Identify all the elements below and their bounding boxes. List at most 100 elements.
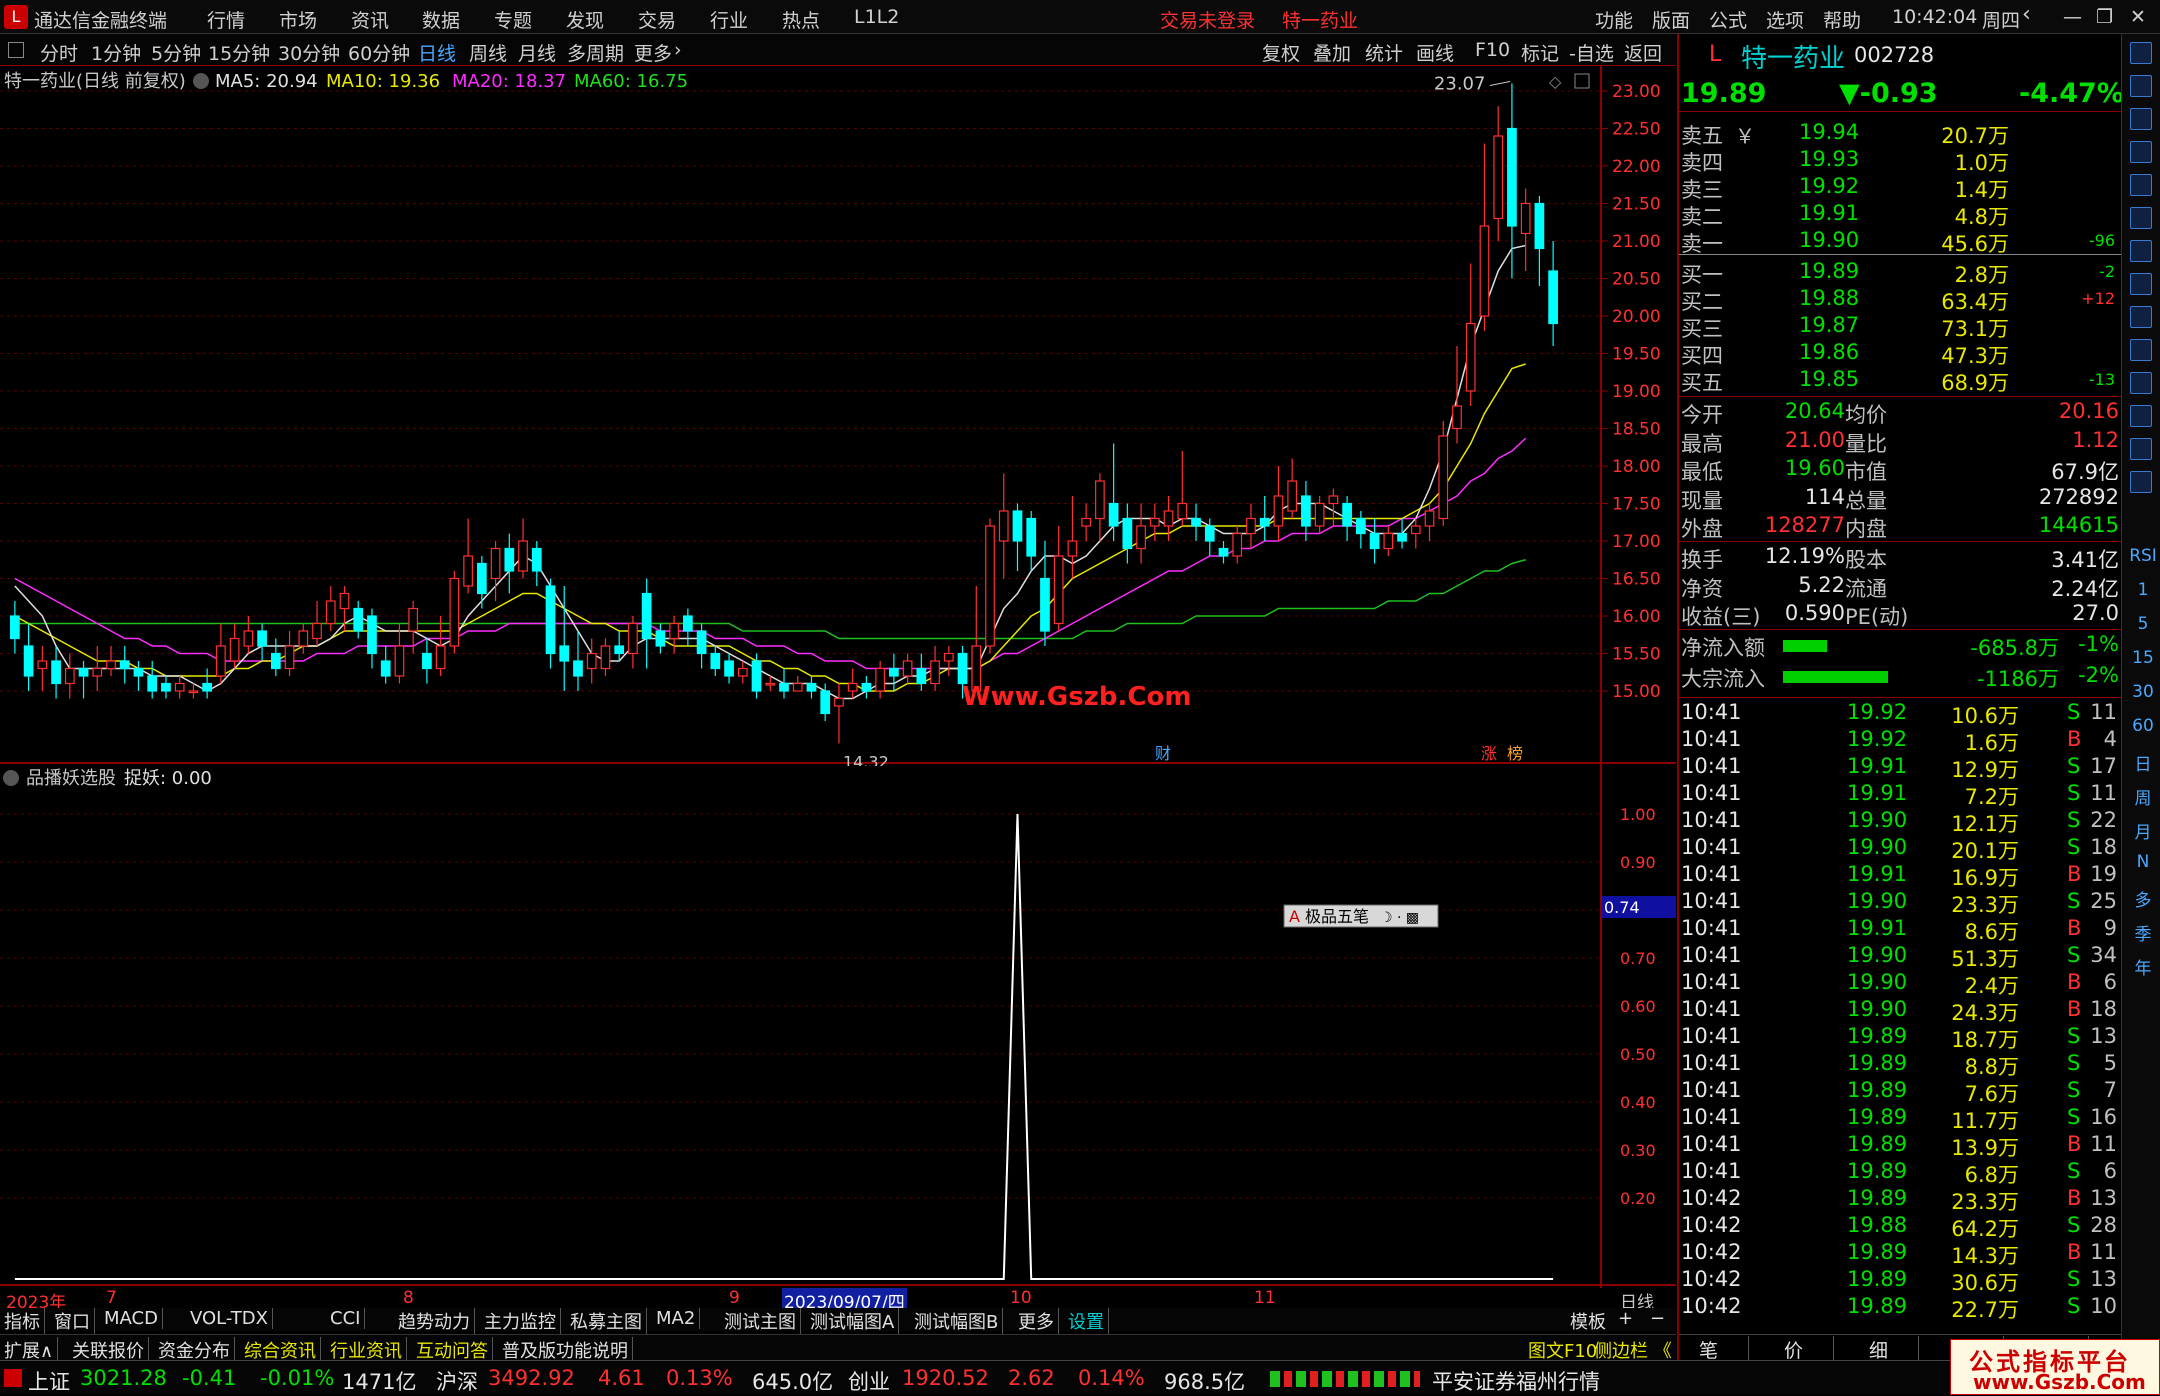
toolstrip-item-10[interactable]: 多 <box>2128 886 2158 911</box>
event-marker-rise[interactable]: 涨 <box>1481 744 1497 763</box>
menu-jiaoyi[interactable]: 交易 <box>638 6 676 33</box>
login-status[interactable]: 交易未登录 <box>1160 6 1255 33</box>
indicator-tab-3[interactable]: VOL-TDX <box>190 1308 273 1329</box>
toolstrip-item-6[interactable]: 日 <box>2128 750 2158 775</box>
toolstrip-item-7[interactable]: 周 <box>2128 784 2158 809</box>
indicator-tab-8[interactable]: MA2 <box>656 1308 701 1329</box>
trend-icon[interactable] <box>2130 207 2152 229</box>
order-level-asks-3[interactable]: 卖二 19.91 4.8万 <box>1679 201 2123 229</box>
menu-shuju[interactable]: 数据 <box>422 6 460 33</box>
tab-60min[interactable]: 60分钟 <box>348 39 410 66</box>
add-tab-icon[interactable]: + <box>1618 1308 1633 1329</box>
maximize-icon[interactable]: ❐ <box>2096 6 2113 28</box>
indicator-tab-11[interactable]: 测试幅图B <box>914 1308 1004 1334</box>
indicator-tab-0[interactable]: 指标 <box>4 1308 45 1334</box>
indicator-tab-6[interactable]: 主力监控 <box>484 1308 561 1334</box>
tick-tab-0[interactable]: 笔 <box>1699 1336 1750 1363</box>
tool-f10[interactable]: F10 <box>1475 39 1510 61</box>
tab-weekly[interactable]: 周线 <box>469 39 507 66</box>
f10-icon[interactable] <box>2130 306 2152 328</box>
down-arrow-icon[interactable] <box>2130 108 2152 130</box>
tick-tab-1[interactable]: 价 <box>1784 1336 1835 1363</box>
order-level-bids-2[interactable]: 买三 19.87 73.1万 <box>1679 313 2123 341</box>
tick-tab-2[interactable]: 细 <box>1869 1336 1920 1363</box>
menu-zhuanti[interactable]: 专题 <box>494 6 532 33</box>
menu-gongshi[interactable]: 公式 <box>1709 6 1747 33</box>
tab-more[interactable]: 更多 <box>634 39 672 66</box>
order-level-bids-1[interactable]: 买二 19.88 63.4万 +12 <box>1679 286 2123 314</box>
chevron-right-icon[interactable]: › <box>674 39 682 61</box>
grid-icon[interactable] <box>2130 174 2152 196</box>
tool-huaxian[interactable]: 画线 <box>1416 39 1454 66</box>
menu-gongneng[interactable]: 功能 <box>1595 6 1633 33</box>
back-arrow-icon[interactable]: ‹ <box>2022 2 2031 27</box>
menu-faxian[interactable]: 发现 <box>566 6 604 33</box>
order-level-asks-2[interactable]: 卖三 19.92 1.4万 <box>1679 174 2123 202</box>
toolstrip-item-9[interactable]: N <box>2128 852 2158 872</box>
indicator-tab-2[interactable]: MACD <box>104 1308 163 1329</box>
f2-icon[interactable] <box>2130 405 2152 427</box>
tool-fuquan[interactable]: 复权 <box>1262 39 1300 66</box>
menu-shichang[interactable]: 市场 <box>279 6 317 33</box>
menu-redian[interactable]: 热点 <box>782 6 820 33</box>
toolstrip-item-3[interactable]: 15 <box>2128 648 2158 668</box>
toolstrip-item-12[interactable]: 年 <box>2128 954 2158 979</box>
indicator-tab-9[interactable]: 测试主图 <box>724 1308 801 1334</box>
tick-list[interactable]: 10:41 19.92 10.6万 S 11 10:41 19.92 1.6万 B 4 10:41 1… <box>1679 697 2123 1323</box>
indicator-chart[interactable]: 1.000.900.800.700.600.500.400.300.20 品播妖… <box>0 766 1676 1288</box>
page-icon[interactable] <box>2130 273 2152 295</box>
tab-1min[interactable]: 1分钟 <box>91 39 141 66</box>
event-marker-rank[interactable]: 榜 <box>1507 744 1523 763</box>
menu-bangzhu[interactable]: 帮助 <box>1823 6 1861 33</box>
tab-30min[interactable]: 30分钟 <box>278 39 340 66</box>
indicator-tab-1[interactable]: 窗口 <box>54 1308 95 1334</box>
tool-zixuan[interactable]: -自选 <box>1569 39 1614 66</box>
tab-multi-period[interactable]: 多周期 <box>567 39 624 66</box>
order-level-asks-1[interactable]: 卖四 19.93 1.0万 <box>1679 147 2123 175</box>
event-marker-finance[interactable]: 财 <box>1155 744 1171 763</box>
indicator-tab-4[interactable]: CCI <box>330 1308 366 1329</box>
money-icon[interactable] <box>2130 438 2152 460</box>
remove-tab-icon[interactable]: − <box>1650 1308 1665 1329</box>
tool-diejia[interactable]: 叠加 <box>1313 39 1351 66</box>
toggle-panel-icon[interactable] <box>8 42 24 58</box>
candlestick-chart[interactable]: 23.00 22.50 22.00 21.50 21.00 20.50 20.00 19.50… <box>0 66 1676 766</box>
toolstrip-item-0[interactable]: RSI <box>2128 546 2158 566</box>
indicator-options-icon[interactable] <box>3 770 19 786</box>
indicator-tab-5[interactable]: 趋势动力 <box>398 1308 475 1334</box>
toolstrip-item-2[interactable]: 5 <box>2128 614 2158 634</box>
list-icon[interactable] <box>2130 372 2152 394</box>
doc-icon[interactable] <box>2130 339 2152 361</box>
indicator-tab-7[interactable]: 私募主图 <box>570 1308 647 1334</box>
ime-label[interactable]: 极品五笔 <box>1305 907 1369 926</box>
tool-fanhui[interactable]: 返回 <box>1624 39 1662 66</box>
sh-index-name[interactable]: 上证 <box>28 1366 70 1396</box>
order-level-bids-3[interactable]: 买四 19.86 47.3万 <box>1679 340 2123 368</box>
order-level-bids-0[interactable]: 买一 19.89 2.8万 -2 <box>1679 259 2123 287</box>
tool-biaoji[interactable]: 标记 <box>1521 39 1559 66</box>
order-level-asks-4[interactable]: 卖一 19.90 45.6万 -96 <box>1679 228 2123 256</box>
menu-hangqing[interactable]: 行情 <box>207 6 245 33</box>
menu-banmian[interactable]: 版面 <box>1652 6 1690 33</box>
chart-options-icon[interactable] <box>193 73 209 89</box>
tab-15min[interactable]: 15分钟 <box>208 39 270 66</box>
menu-xuanxiang[interactable]: 选项 <box>1766 6 1804 33</box>
up-arrow-icon[interactable] <box>2130 75 2152 97</box>
panel-toggle-icon[interactable] <box>1574 73 1590 89</box>
order-level-bids-4[interactable]: 买五 19.85 68.9万 -13 <box>1679 367 2123 395</box>
toolstrip-item-4[interactable]: 30 <box>2128 682 2158 702</box>
toolstrip-item-1[interactable]: 1 <box>2128 580 2158 600</box>
ime-moon-icon[interactable]: ☽ · ▩ <box>1380 910 1419 926</box>
toolstrip-item-8[interactable]: 月 <box>2128 818 2158 843</box>
close-icon[interactable]: ✕ <box>2130 6 2146 28</box>
tab-fenshi[interactable]: 分时 <box>40 39 78 66</box>
chart-icon[interactable] <box>2130 141 2152 163</box>
minimize-icon[interactable]: — <box>2063 6 2082 28</box>
diamond-icon[interactable]: ◇ <box>1549 72 1562 91</box>
menu-hangye[interactable]: 行业 <box>710 6 748 33</box>
indicator-tab-12[interactable]: 更多 <box>1018 1308 1059 1334</box>
bars-icon[interactable] <box>2130 240 2152 262</box>
cy-index-name[interactable]: 创业 <box>848 1366 890 1396</box>
up-arrow-icon[interactable] <box>2130 42 2152 64</box>
tool-tongji[interactable]: 统计 <box>1365 39 1403 66</box>
